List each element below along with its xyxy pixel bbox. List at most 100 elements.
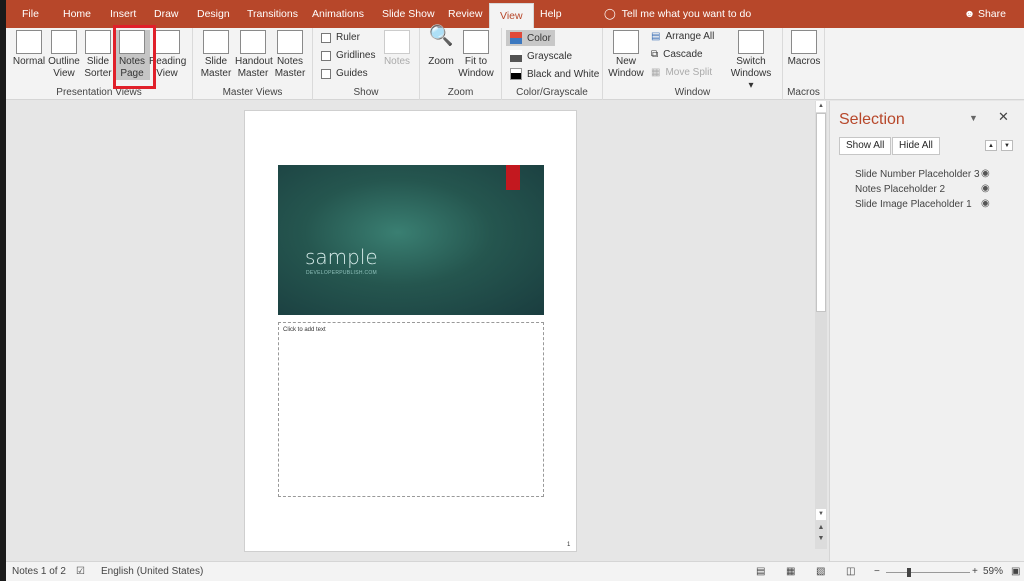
label: Notes xyxy=(276,56,304,67)
zoom-out-button[interactable]: − xyxy=(874,566,880,577)
label: Gridlines xyxy=(336,50,376,61)
notes-master-icon xyxy=(277,30,303,54)
guides-checkbox[interactable]: Guides xyxy=(321,68,368,79)
black-and-white-button[interactable]: Black and White xyxy=(510,68,599,80)
vertical-scrollbar[interactable]: ▲ ▼ xyxy=(815,101,827,549)
tab-draw[interactable]: Draw xyxy=(154,0,179,28)
slide-subtitle: DEVELOPERPUBLISH.COM xyxy=(306,270,378,276)
close-icon[interactable]: ✕ xyxy=(998,109,1009,125)
scroll-up-icon[interactable]: ▲ xyxy=(816,101,826,112)
slide-thumbnail[interactable]: sample DEVELOPERPUBLISH.COM xyxy=(278,165,544,315)
next-page-icon[interactable]: ▼ xyxy=(815,533,827,544)
fit-to-window-button[interactable]: Fit to Window xyxy=(458,30,494,80)
bring-forward-icon[interactable]: ▲ xyxy=(985,140,997,151)
visibility-eye-icon[interactable]: ◉ xyxy=(981,198,990,209)
selection-item[interactable]: Slide Image Placeholder 1 xyxy=(855,199,972,210)
selection-item[interactable]: Notes Placeholder 2 xyxy=(855,184,945,195)
tell-me-search[interactable]: ◯ Tell me what you want to do xyxy=(604,0,751,28)
tab-slide-show[interactable]: Slide Show xyxy=(382,0,435,28)
group-zoom: 🔍 Zoom Fit to Window Zoom xyxy=(420,26,502,100)
label: Fit to xyxy=(464,56,488,67)
slide-sorter-icon[interactable]: ▦ xyxy=(786,566,795,577)
zoom-level[interactable]: 59% xyxy=(983,566,1003,577)
label: Zoom xyxy=(428,56,454,67)
checkbox[interactable] xyxy=(321,32,331,43)
visibility-eye-icon[interactable]: ◉ xyxy=(981,168,990,179)
tab-file[interactable]: File xyxy=(22,0,39,28)
send-backward-icon[interactable]: ▼ xyxy=(1001,140,1013,151)
notes-button[interactable]: Notes xyxy=(379,30,415,68)
visibility-eye-icon[interactable]: ◉ xyxy=(981,183,990,194)
arrange-all-button[interactable]: ▤ Arrange All xyxy=(651,31,714,42)
group-label: Show xyxy=(353,87,379,98)
group-label: Color/Grayscale xyxy=(516,87,588,98)
slide-sorter-button[interactable]: Slide Sorter xyxy=(80,30,116,80)
label: Master xyxy=(274,68,306,79)
label: Cascade xyxy=(663,49,703,60)
ruler-checkbox[interactable]: Ruler xyxy=(321,32,360,43)
zoom-slider-thumb[interactable] xyxy=(906,568,911,577)
label: New xyxy=(615,56,636,67)
label: Window xyxy=(458,68,494,79)
group-label: Presentation Views xyxy=(56,87,142,98)
accessibility-icon[interactable]: ☑ xyxy=(76,566,85,577)
tab-transitions[interactable]: Transitions xyxy=(247,0,298,28)
new-window-button[interactable]: New Window xyxy=(608,30,644,80)
move-split-button[interactable]: ▦ Move Split xyxy=(651,67,712,78)
zoom-in-button[interactable]: + xyxy=(972,566,978,577)
handout-master-button[interactable]: Handout Master xyxy=(235,30,273,80)
grayscale-button[interactable]: Grayscale xyxy=(510,50,572,62)
group-master-views: Slide Master Handout Master Notes Master Ma… xyxy=(193,28,313,100)
share-label: Share xyxy=(977,8,1006,20)
tab-review[interactable]: Review xyxy=(448,0,482,28)
checkbox[interactable] xyxy=(321,50,331,61)
highlight-box xyxy=(113,25,156,89)
normal-view-icon[interactable]: ▤ xyxy=(756,566,765,577)
tab-insert[interactable]: Insert xyxy=(110,0,136,28)
share-button[interactable]: ☻ Share xyxy=(964,0,1006,28)
label: Arrange All xyxy=(665,31,715,42)
selection-pane-title: Selection xyxy=(839,111,905,128)
tab-help[interactable]: Help xyxy=(540,0,562,28)
hide-all-button[interactable]: Hide All xyxy=(892,137,940,155)
page-number: 1 xyxy=(567,542,571,548)
notes-placeholder[interactable]: Click to add text xyxy=(278,322,544,497)
outline-view-button[interactable]: Outline View xyxy=(46,30,82,80)
page-nav: ▲ ▼ xyxy=(815,522,827,544)
notes-icon xyxy=(384,30,410,54)
switch-windows-button[interactable]: Switch Windows ▾ xyxy=(728,30,774,92)
color-button[interactable]: Color xyxy=(506,30,555,46)
show-all-button[interactable]: Show All xyxy=(839,137,892,155)
tab-home[interactable]: Home xyxy=(63,0,91,28)
tab-view[interactable]: View xyxy=(489,3,534,28)
checkbox[interactable] xyxy=(321,68,331,79)
group-macros: Macros Macros xyxy=(783,28,825,100)
cascade-button[interactable]: ⧉ Cascade xyxy=(651,49,703,60)
tab-design[interactable]: Design xyxy=(197,0,230,28)
notes-master-button[interactable]: Notes Master xyxy=(272,30,308,80)
label: Switch xyxy=(736,56,766,67)
slide-master-button[interactable]: Slide Master xyxy=(198,30,234,80)
gridlines-checkbox[interactable]: Gridlines xyxy=(321,50,375,61)
zoom-button[interactable]: 🔍 Zoom xyxy=(423,26,459,68)
normal-view-button[interactable]: Normal xyxy=(11,30,47,68)
reading-view-icon xyxy=(154,30,180,54)
zoom-slider[interactable] xyxy=(886,568,970,577)
previous-page-icon[interactable]: ▲ xyxy=(815,522,827,533)
fit-slide-icon[interactable]: ▣ xyxy=(1011,566,1020,577)
scroll-thumb[interactable] xyxy=(816,113,826,312)
slideshow-icon[interactable]: ◫ xyxy=(846,566,855,577)
label: Slide xyxy=(86,56,110,67)
slide-sorter-icon xyxy=(85,30,111,54)
language-indicator[interactable]: English (United States) xyxy=(101,566,203,577)
pane-options-icon[interactable]: ▼ xyxy=(969,113,978,123)
tab-animations[interactable]: Animations xyxy=(312,0,364,28)
label: Slide xyxy=(204,56,228,67)
reading-view-icon[interactable]: ▧ xyxy=(816,566,825,577)
macros-icon xyxy=(791,30,817,54)
label: Normal xyxy=(12,56,46,67)
handout-master-icon xyxy=(240,30,266,54)
scroll-down-icon[interactable]: ▼ xyxy=(816,509,826,520)
selection-item[interactable]: Slide Number Placeholder 3 xyxy=(855,169,980,180)
macros-button[interactable]: Macros xyxy=(786,30,822,68)
